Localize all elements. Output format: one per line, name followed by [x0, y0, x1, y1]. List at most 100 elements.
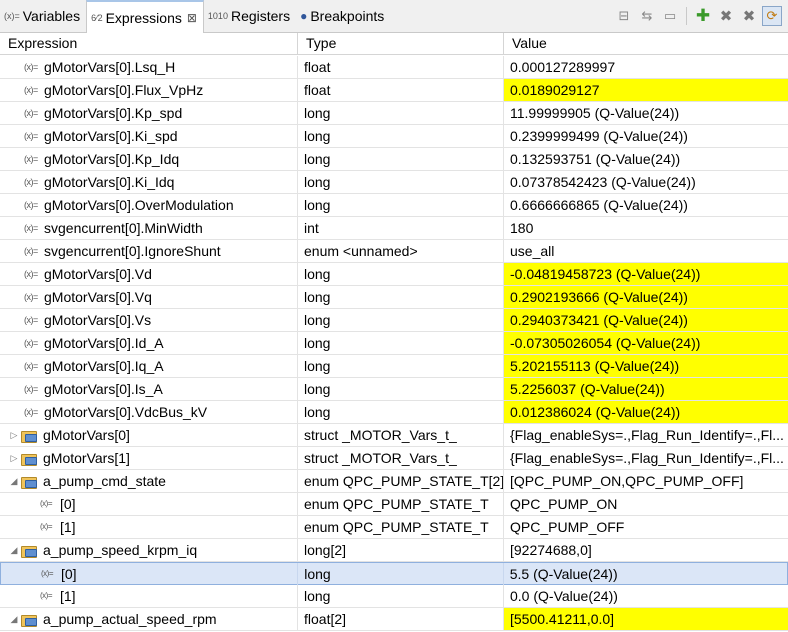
- value-cell-changed[interactable]: 5.2256037 (Q-Value(24)): [504, 378, 788, 400]
- value-cell[interactable]: [QPC_PUMP_ON,QPC_PUMP_OFF]: [504, 470, 788, 492]
- value-cell[interactable]: 0.07378542423 (Q-Value(24)): [504, 171, 788, 193]
- column-header-expression[interactable]: Expression: [0, 33, 298, 55]
- value-cell[interactable]: 0.6666666865 (Q-Value(24)): [504, 194, 788, 216]
- expression-cell[interactable]: ▷ gMotorVars[1]: [0, 447, 298, 469]
- table-row[interactable]: ▷ gMotorVars[1] struct _MOTOR_Vars_t_ {Flag…: [0, 447, 788, 470]
- table-row[interactable]: ◢ a_pump_actual_speed_rpm float[2] [5500.41…: [0, 608, 788, 631]
- table-row[interactable]: (x)= gMotorVars[0].Lsq_H float 0.0001272899…: [0, 56, 788, 79]
- value-cell[interactable]: [92274688,0]: [504, 539, 788, 561]
- table-row[interactable]: (x)= gMotorVars[0].Ki_spd long 0.2399999499…: [0, 125, 788, 148]
- tab-variables[interactable]: (x)= Variables: [0, 0, 86, 32]
- expression-cell[interactable]: (x)= gMotorVars[0].Iq_A: [0, 355, 298, 377]
- table-row[interactable]: (x)= gMotorVars[0].Is_A long 5.2256037 (Q-V…: [0, 378, 788, 401]
- value-cell[interactable]: QPC_PUMP_OFF: [504, 516, 788, 538]
- value-cell[interactable]: 11.99999905 (Q-Value(24)): [504, 102, 788, 124]
- value-cell[interactable]: 0.2399999499 (Q-Value(24)): [504, 125, 788, 147]
- value-cell-changed[interactable]: 0.012386024 (Q-Value(24)): [504, 401, 788, 423]
- expression-cell[interactable]: (x)= [1]: [0, 516, 298, 538]
- table-row[interactable]: (x)= [0] long 5.5 (Q-Value(24)): [0, 562, 788, 585]
- remove-expression-icon[interactable]: ✖: [716, 6, 736, 26]
- expression-cell[interactable]: (x)= gMotorVars[0].Is_A: [0, 378, 298, 400]
- expression-cell[interactable]: (x)= [0]: [0, 493, 298, 515]
- table-row[interactable]: (x)= gMotorVars[0].Flux_VpHz float 0.018902…: [0, 79, 788, 102]
- expression-cell[interactable]: (x)= gMotorVars[0].Vs: [0, 309, 298, 331]
- expanded-arrow-icon[interactable]: ◢: [8, 608, 20, 630]
- continuous-refresh-icon[interactable]: ⟳: [762, 6, 782, 26]
- value-cell-changed[interactable]: 0.2902193666 (Q-Value(24)): [504, 286, 788, 308]
- expression-cell[interactable]: ◢ a_pump_cmd_state: [0, 470, 298, 492]
- table-row[interactable]: (x)= [1] long 0.0 (Q-Value(24)): [0, 585, 788, 608]
- value-cell[interactable]: 180: [504, 217, 788, 239]
- table-row[interactable]: (x)= svgencurrent[0].IgnoreShunt enum <unn…: [0, 240, 788, 263]
- value-cell-changed[interactable]: -0.07305026054 (Q-Value(24)): [504, 332, 788, 354]
- variable-icon: (x)=: [24, 62, 38, 72]
- close-icon[interactable]: ⊠: [187, 11, 197, 25]
- value-cell[interactable]: 0.0 (Q-Value(24)): [504, 585, 788, 607]
- table-row[interactable]: ◢ a_pump_cmd_state enum QPC_PUMP_STATE_T[2…: [0, 470, 788, 493]
- column-header-value[interactable]: Value: [504, 33, 788, 55]
- expression-cell[interactable]: (x)= gMotorVars[0].Ki_spd: [0, 125, 298, 147]
- expression-cell[interactable]: ◢ a_pump_speed_krpm_iq: [0, 539, 298, 561]
- table-row[interactable]: (x)= [1] enum QPC_PUMP_STATE_T QPC_PUMP_OFF: [0, 516, 788, 539]
- table-row[interactable]: ▷ gMotorVars[0] struct _MOTOR_Vars_t_ {Flag…: [0, 424, 788, 447]
- table-row[interactable]: (x)= gMotorVars[0].Kp_spd long 11.99999905 …: [0, 102, 788, 125]
- expression-cell[interactable]: ▷ gMotorVars[0]: [0, 424, 298, 446]
- expression-cell[interactable]: (x)= gMotorVars[0].OverModulation: [0, 194, 298, 216]
- value-cell[interactable]: {Flag_enableSys=.,Flag_Run_Identify=.,Fl…: [504, 447, 788, 469]
- table-row[interactable]: ◢ a_pump_speed_krpm_iq long[2] [92274688,0]: [0, 539, 788, 562]
- value-cell-changed[interactable]: 0.0189029127: [504, 79, 788, 101]
- value-cell[interactable]: 0.000127289997: [504, 56, 788, 78]
- expression-cell[interactable]: (x)= gMotorVars[0].Vq: [0, 286, 298, 308]
- collapsed-arrow-icon[interactable]: ▷: [8, 447, 20, 469]
- expression-name: gMotorVars[0].OverModulation: [44, 197, 234, 213]
- expression-cell[interactable]: (x)= gMotorVars[0].Vd: [0, 263, 298, 285]
- value-cell-changed[interactable]: 0.2940373421 (Q-Value(24)): [504, 309, 788, 331]
- value-cell-changed[interactable]: [5500.41211,0.0]: [504, 608, 788, 630]
- value-cell[interactable]: {Flag_enableSys=.,Flag_Run_Identify=.,Fl…: [504, 424, 788, 446]
- expression-cell[interactable]: (x)= gMotorVars[0].Kp_spd: [0, 102, 298, 124]
- tab-registers[interactable]: 1010 Registers: [204, 0, 296, 32]
- expression-cell[interactable]: (x)= gMotorVars[0].VdcBus_kV: [0, 401, 298, 423]
- table-row[interactable]: (x)= [0] enum QPC_PUMP_STATE_T QPC_PUMP_ON: [0, 493, 788, 516]
- expanded-arrow-icon[interactable]: ◢: [8, 470, 20, 492]
- remove-all-icon[interactable]: ✖: [739, 6, 759, 26]
- table-row[interactable]: (x)= gMotorVars[0].Iq_A long 5.202155113 (Q…: [0, 355, 788, 378]
- expression-cell[interactable]: (x)= [1]: [0, 585, 298, 607]
- table-row[interactable]: (x)= gMotorVars[0].Vq long 0.2902193666 (Q-…: [0, 286, 788, 309]
- value-text: 11.99999905 (Q-Value(24)): [510, 105, 680, 121]
- minimize-icon[interactable]: ▭: [660, 6, 680, 26]
- value-cell-changed[interactable]: 5.202155113 (Q-Value(24)): [504, 355, 788, 377]
- value-cell[interactable]: 0.132593751 (Q-Value(24)): [504, 148, 788, 170]
- value-cell[interactable]: use_all: [504, 240, 788, 262]
- expression-cell[interactable]: (x)= svgencurrent[0].MinWidth: [0, 217, 298, 239]
- expression-cell[interactable]: (x)= gMotorVars[0].Kp_Idq: [0, 148, 298, 170]
- expanded-arrow-icon[interactable]: ◢: [8, 539, 20, 561]
- expression-cell[interactable]: (x)= svgencurrent[0].IgnoreShunt: [0, 240, 298, 262]
- value-cell[interactable]: QPC_PUMP_ON: [504, 493, 788, 515]
- expression-cell[interactable]: (x)= gMotorVars[0].Flux_VpHz: [0, 79, 298, 101]
- add-expression-icon[interactable]: ✚: [693, 6, 713, 26]
- expression-name: [1]: [60, 519, 76, 535]
- expression-cell[interactable]: (x)= gMotorVars[0].Ki_Idq: [0, 171, 298, 193]
- tab-expressions[interactable]: 6⁄2 Expressions ⊠: [86, 0, 204, 33]
- table-row[interactable]: (x)= svgencurrent[0].MinWidth int 180: [0, 217, 788, 240]
- collapsed-arrow-icon[interactable]: ▷: [8, 424, 20, 446]
- table-row[interactable]: (x)= gMotorVars[0].Id_A long -0.07305026054…: [0, 332, 788, 355]
- expression-cell[interactable]: ◢ a_pump_actual_speed_rpm: [0, 608, 298, 630]
- type-cell: long: [298, 309, 504, 331]
- value-cell[interactable]: 5.5 (Q-Value(24)): [504, 563, 787, 585]
- collapse-all-icon[interactable]: ⊟: [614, 6, 634, 26]
- table-row[interactable]: (x)= gMotorVars[0].Ki_Idq long 0.0737854242…: [0, 171, 788, 194]
- table-row[interactable]: (x)= gMotorVars[0].OverModulation long 0.66…: [0, 194, 788, 217]
- table-row[interactable]: (x)= gMotorVars[0].Vs long 0.2940373421 (Q-…: [0, 309, 788, 332]
- expression-cell[interactable]: (x)= [0]: [1, 563, 299, 585]
- value-cell-changed[interactable]: -0.04819458723 (Q-Value(24)): [504, 263, 788, 285]
- table-row[interactable]: (x)= gMotorVars[0].Kp_Idq long 0.132593751 …: [0, 148, 788, 171]
- show-type-names-icon[interactable]: ⇆: [637, 6, 657, 26]
- tab-breakpoints[interactable]: ● Breakpoints: [296, 0, 390, 32]
- table-row[interactable]: (x)= gMotorVars[0].VdcBus_kV long 0.0123860…: [0, 401, 788, 424]
- column-header-type[interactable]: Type: [298, 33, 504, 55]
- expression-cell[interactable]: (x)= gMotorVars[0].Lsq_H: [0, 56, 298, 78]
- expression-cell[interactable]: (x)= gMotorVars[0].Id_A: [0, 332, 298, 354]
- table-row[interactable]: (x)= gMotorVars[0].Vd long -0.04819458723 (…: [0, 263, 788, 286]
